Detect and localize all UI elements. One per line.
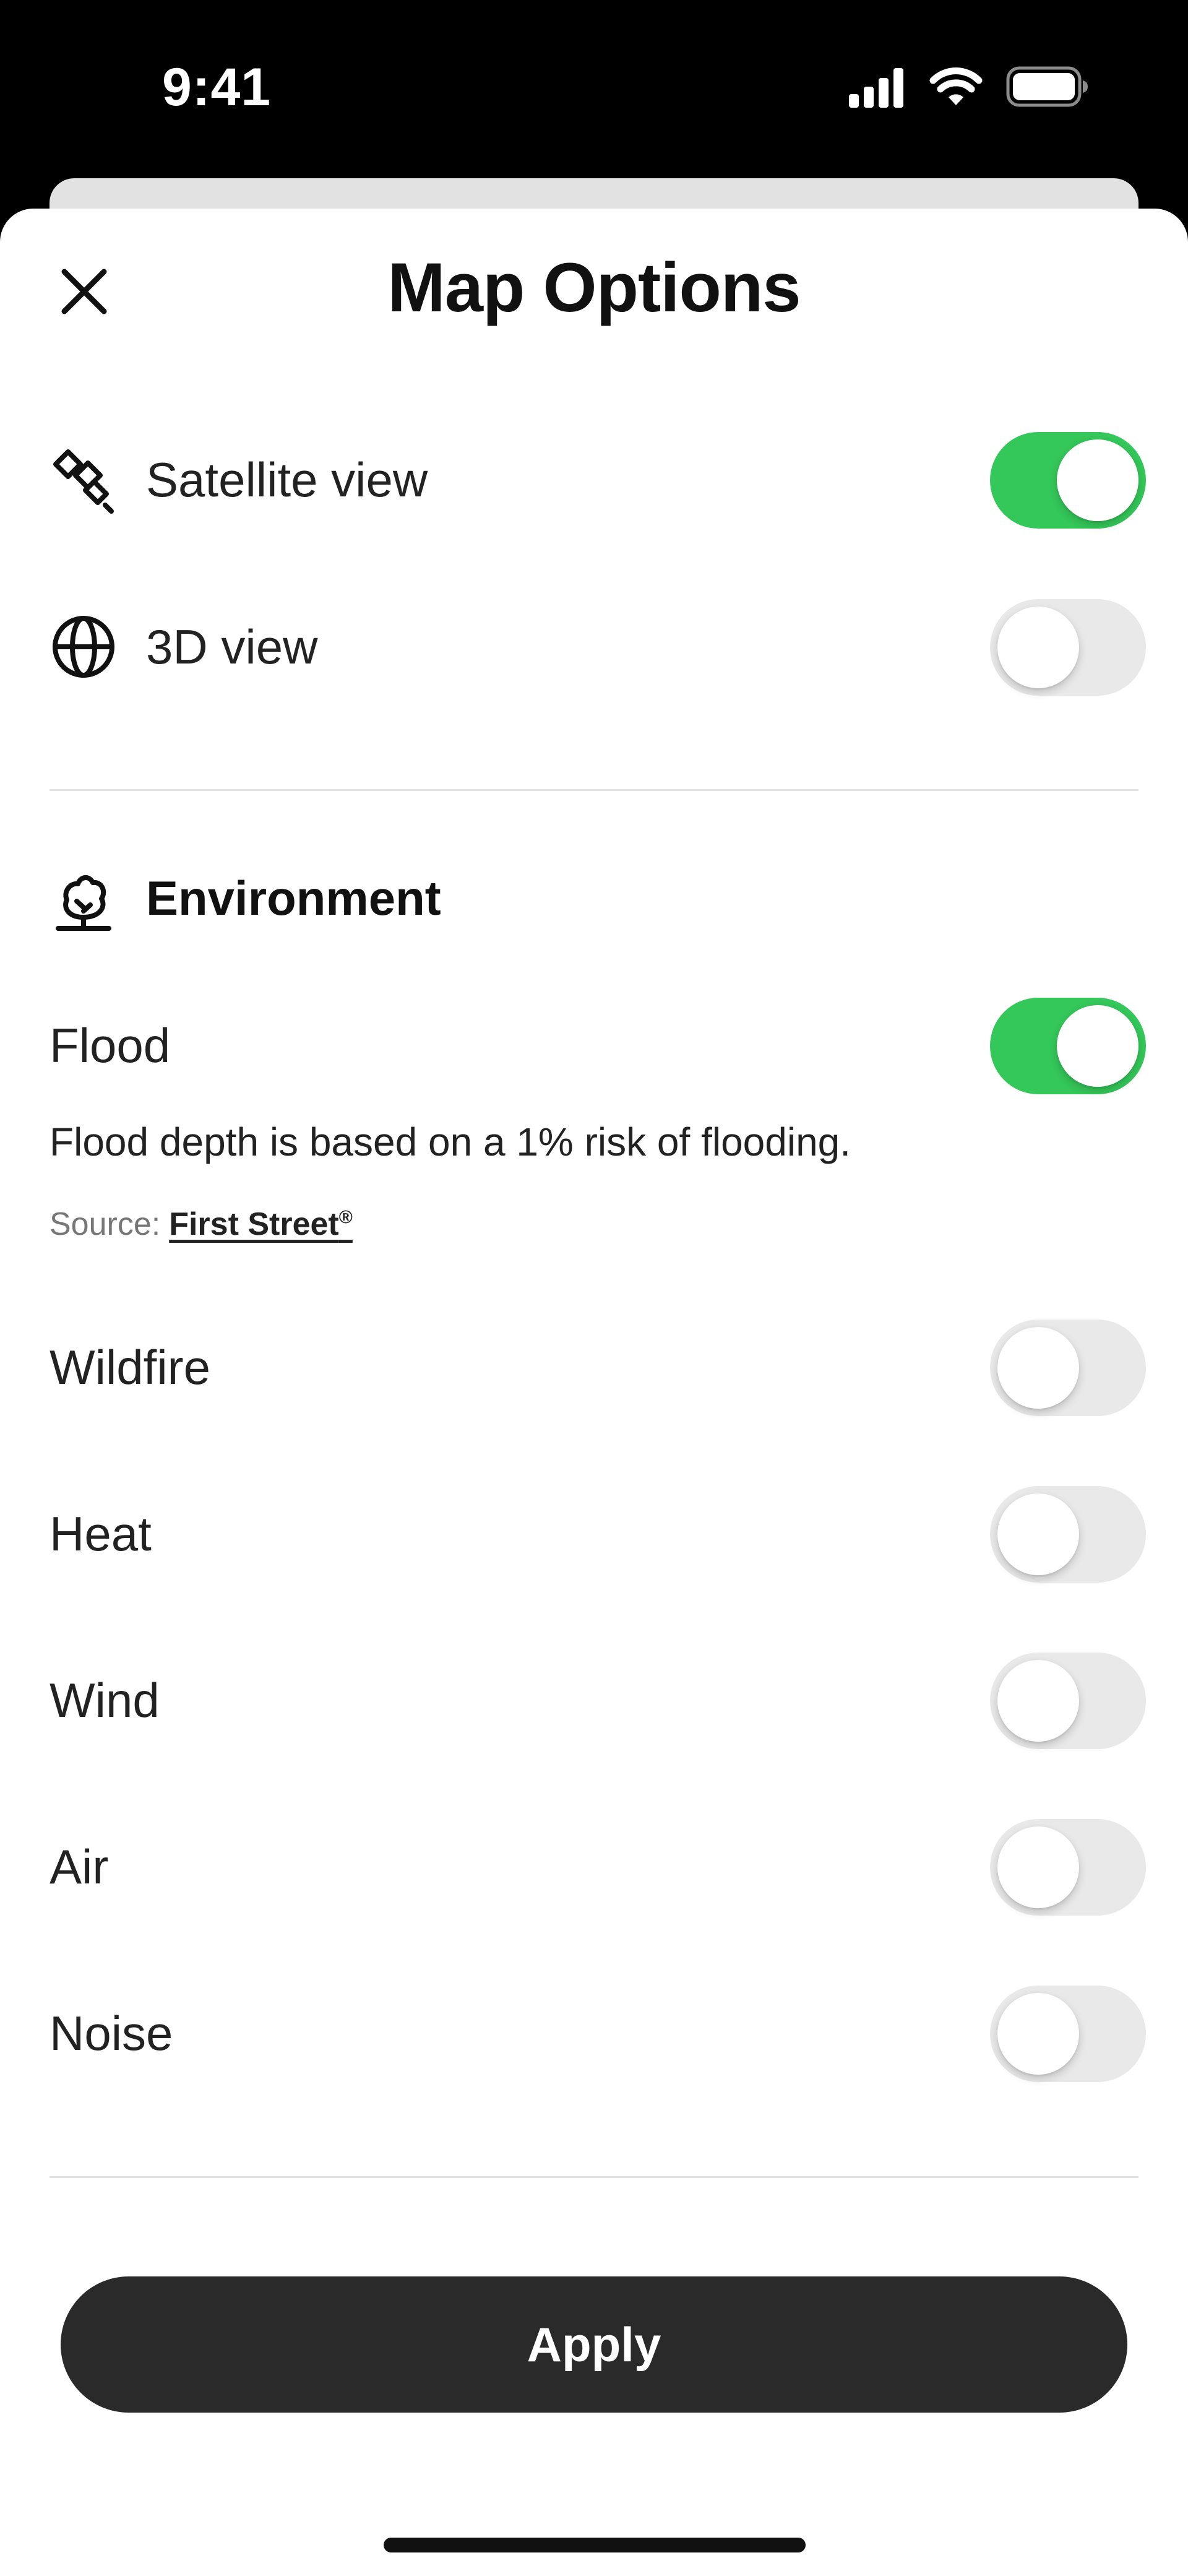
wind-toggle[interactable]: [990, 1653, 1146, 1749]
flood-description: Flood depth is based on a 1% risk of flo…: [50, 1120, 851, 1164]
status-time: 9:41: [162, 58, 272, 117]
flood-label: Flood: [50, 1018, 171, 1073]
toggle-knob: [997, 1993, 1079, 2075]
wildfire-row: Wildfire: [0, 1318, 1188, 1417]
toggle-knob: [1057, 1005, 1138, 1087]
first-street-link[interactable]: First Street®: [169, 1206, 353, 1242]
tree-icon: [50, 867, 118, 935]
air-label: Air: [50, 1839, 109, 1894]
toggle-knob: [997, 607, 1079, 688]
heat-label: Heat: [50, 1506, 152, 1561]
wifi-icon: [929, 67, 983, 105]
status-bar: 9:41: [0, 0, 1188, 179]
signal-icon: [849, 68, 903, 108]
source-prefix: Source:: [50, 1206, 161, 1242]
satellite-view-row: Satellite view: [0, 431, 1188, 530]
3d-view-toggle[interactable]: [990, 599, 1146, 696]
satellite-icon: [50, 446, 118, 514]
3d-view-label: 3D view: [146, 620, 318, 674]
apply-button[interactable]: Apply: [61, 2276, 1127, 2413]
divider: [50, 2176, 1138, 2178]
toggle-knob: [997, 1327, 1079, 1409]
first-street-link-text: First Street: [169, 1206, 339, 1242]
air-toggle[interactable]: [990, 1819, 1146, 1916]
satellite-view-toggle[interactable]: [990, 432, 1146, 529]
heat-row: Heat: [0, 1485, 1188, 1584]
battery-icon: [1006, 66, 1088, 107]
flood-toggle[interactable]: [990, 998, 1146, 1094]
wind-label: Wind: [50, 1673, 160, 1727]
divider: [50, 789, 1138, 791]
noise-toggle[interactable]: [990, 1986, 1146, 2082]
wildfire-toggle[interactable]: [990, 1320, 1146, 1416]
noise-label: Noise: [50, 2006, 173, 2060]
flood-source: Source: First Street®: [50, 1206, 353, 1243]
environment-section-header: Environment: [0, 860, 1188, 941]
registered-mark: ®: [338, 1207, 353, 1228]
noise-row: Noise: [0, 1984, 1188, 2083]
environment-title: Environment: [146, 871, 441, 925]
air-row: Air: [0, 1818, 1188, 1917]
satellite-view-label: Satellite view: [146, 452, 428, 507]
home-indicator: [384, 2538, 806, 2552]
toggle-knob: [997, 1826, 1079, 1908]
heat-toggle[interactable]: [990, 1486, 1146, 1583]
page-title: Map Options: [387, 249, 801, 326]
3d-view-row: 3D view: [0, 598, 1188, 697]
globe-icon: [50, 613, 118, 681]
status-icons: [848, 62, 1089, 111]
wind-row: Wind: [0, 1651, 1188, 1750]
wildfire-label: Wildfire: [50, 1340, 211, 1394]
toggle-knob: [1057, 439, 1138, 521]
toggle-knob: [997, 1660, 1079, 1742]
toggle-knob: [997, 1493, 1079, 1575]
flood-row: Flood: [0, 996, 1188, 1096]
